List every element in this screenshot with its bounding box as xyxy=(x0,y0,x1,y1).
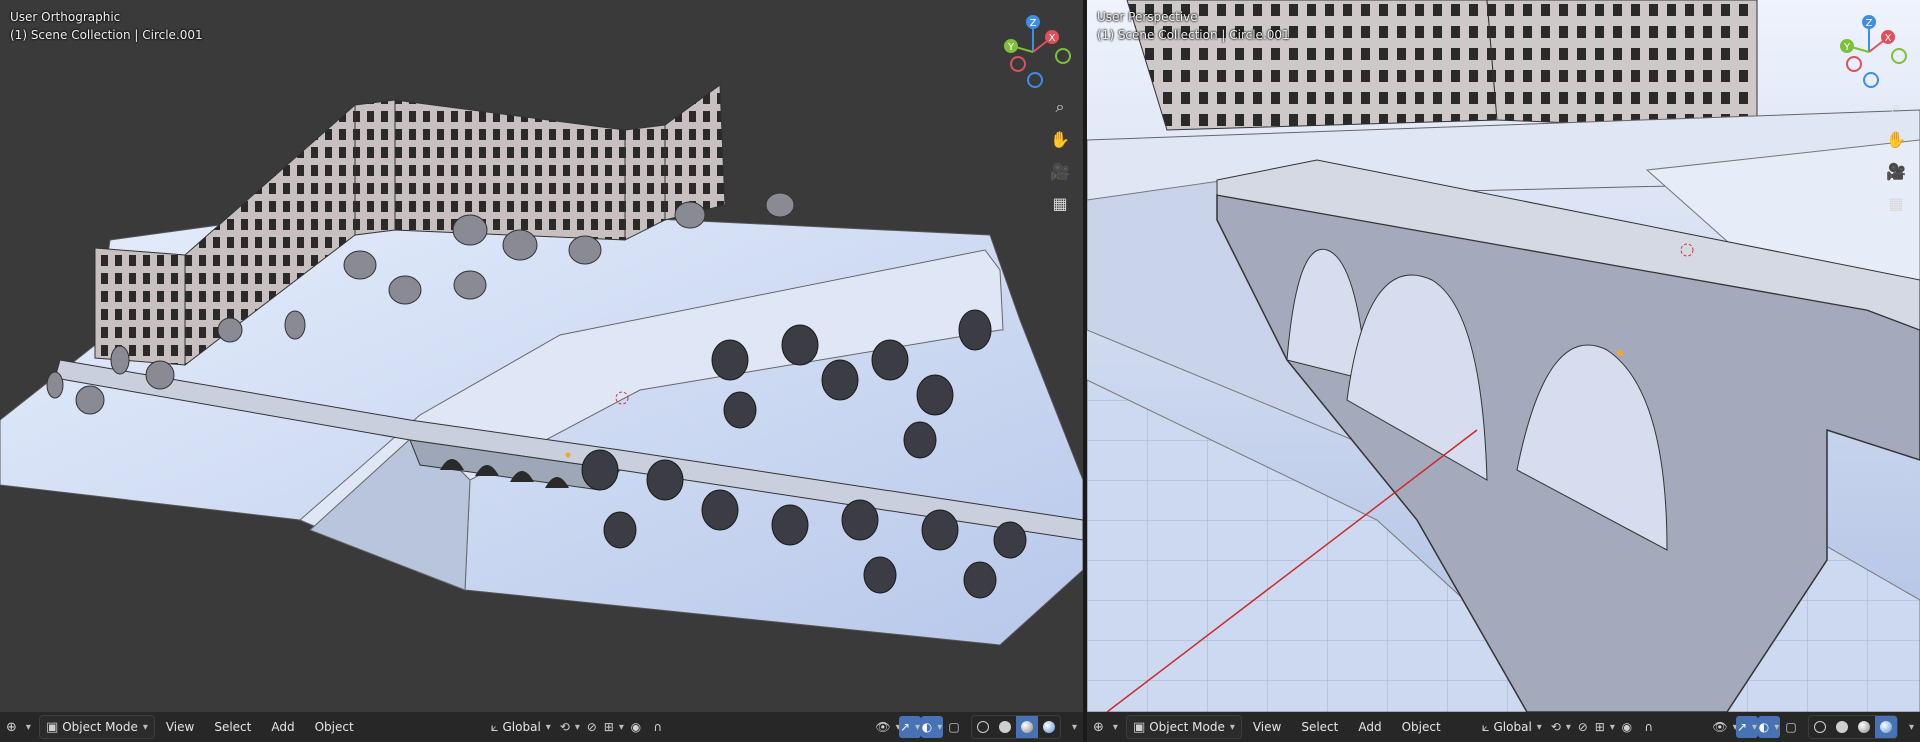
hand-pan-icon[interactable]: ✋ xyxy=(1045,124,1075,154)
view-name-label: User Orthographic xyxy=(10,10,121,24)
right-3d-viewport[interactable]: User Perspective (1) Scene Collection | … xyxy=(1087,0,1920,742)
transform-orientation-dropdown[interactable]: ⟀ Global xyxy=(1476,716,1548,738)
svg-text:Y: Y xyxy=(1843,42,1851,53)
rendered-shading-button[interactable] xyxy=(1875,716,1897,738)
menu-select[interactable]: Select xyxy=(1292,716,1347,738)
orientation-icon: ⟀ xyxy=(490,719,499,735)
grid-icon[interactable]: ▦ xyxy=(1881,188,1911,218)
shading-options-icon[interactable] xyxy=(1061,716,1083,738)
navigation-gizmo[interactable]: Z X Y xyxy=(993,12,1073,92)
collection-info-label: (1) Scene Collection | Circle.001 xyxy=(10,28,203,42)
solid-icon xyxy=(999,721,1011,733)
proportional-edit-icon[interactable]: ◉ xyxy=(625,716,647,738)
proportional-edit-icon[interactable]: ◉ xyxy=(1616,716,1638,738)
svg-text:X: X xyxy=(1049,33,1056,44)
menu-object[interactable]: Object xyxy=(1393,716,1450,738)
snap-target-icon[interactable]: ⊞ xyxy=(1594,716,1616,738)
navigation-buttons: ⌕ ✋ 🎥 ▦ xyxy=(1881,92,1915,220)
transform-orientation-dropdown[interactable]: ⟀ Global xyxy=(485,716,557,738)
svg-text:X: X xyxy=(1885,33,1892,44)
falloff-icon[interactable]: ∩ xyxy=(1638,716,1660,738)
gizmo-toggle-icon[interactable]: ↗ xyxy=(899,716,921,738)
xray-icon[interactable]: ▢ xyxy=(943,716,965,738)
material-icon xyxy=(1021,721,1033,733)
mode-selector[interactable]: ▣ Object Mode xyxy=(38,715,155,739)
mode-label: Object Mode xyxy=(1149,720,1225,734)
zoom-icon[interactable]: ⌕ xyxy=(1045,92,1075,122)
overlay-toggle-icon[interactable]: ◐ xyxy=(1758,716,1780,738)
wireframe-shading-button[interactable] xyxy=(972,716,994,738)
solid-shading-button[interactable] xyxy=(994,716,1016,738)
shading-modes xyxy=(971,715,1061,739)
menu-view[interactable]: View xyxy=(157,716,203,738)
menu-add[interactable]: Add xyxy=(262,716,303,738)
mode-label: Object Mode xyxy=(62,720,138,734)
svg-text:Y: Y xyxy=(1007,42,1015,53)
grid-icon[interactable]: ▦ xyxy=(1045,188,1075,218)
camera-icon[interactable]: 🎥 xyxy=(1045,156,1075,186)
scene-render-perspective[interactable] xyxy=(1087,0,1920,712)
snap-target-icon[interactable]: ⊞ xyxy=(603,716,625,738)
menu-add[interactable]: Add xyxy=(1349,716,1390,738)
visibility-icon[interactable]: 👁 xyxy=(1712,716,1736,738)
shading-options-icon[interactable] xyxy=(1898,716,1920,738)
gizmo-neg-y[interactable] xyxy=(1055,48,1071,64)
editor-type-button[interactable]: ⊕ xyxy=(0,716,37,738)
scene-render-ortho[interactable] xyxy=(0,0,1083,712)
wireframe-shading-button[interactable] xyxy=(1809,716,1831,738)
viewport-header: ⊕ ▣Object Mode View Select Add Object ⟀G… xyxy=(0,712,1083,742)
visibility-icon[interactable]: 👁 xyxy=(875,716,899,738)
object-mode-icon: ▣ xyxy=(1132,719,1146,735)
left-3d-viewport[interactable]: User Orthographic (1) Scene Collection |… xyxy=(0,0,1083,742)
menu-select[interactable]: Select xyxy=(205,716,260,738)
gizmo-neg-y[interactable] xyxy=(1891,48,1907,64)
xray-icon[interactable]: ▢ xyxy=(1780,716,1802,738)
pivot-point-icon[interactable]: ⟲ xyxy=(559,716,581,738)
falloff-icon[interactable]: ∩ xyxy=(647,716,669,738)
editor-type-icon: ⊕ xyxy=(1093,719,1104,735)
solid-shading-button[interactable] xyxy=(1831,716,1853,738)
gizmo-toggle-icon[interactable]: ↗ xyxy=(1736,716,1758,738)
rendered-icon xyxy=(1880,721,1892,733)
gizmo-neg-x[interactable] xyxy=(1010,56,1026,72)
gizmo-neg-z[interactable] xyxy=(1027,72,1043,88)
wireframe-icon xyxy=(1814,721,1826,733)
solid-icon xyxy=(1836,721,1848,733)
gizmo-neg-z[interactable] xyxy=(1863,72,1879,88)
gizmo-neg-x[interactable] xyxy=(1846,56,1862,72)
shading-modes xyxy=(1808,715,1898,739)
wireframe-icon xyxy=(977,721,989,733)
rendered-icon xyxy=(1043,721,1055,733)
snap-icon[interactable]: ⊘ xyxy=(581,716,603,738)
navigation-gizmo[interactable]: Z X Y xyxy=(1829,12,1909,92)
viewport-header: ⊕ ▣Object Mode View Select Add Object ⟀G… xyxy=(1087,712,1920,742)
hand-pan-icon[interactable]: ✋ xyxy=(1881,124,1911,154)
svg-text:Z: Z xyxy=(1866,18,1873,29)
object-mode-icon: ▣ xyxy=(45,719,59,735)
pivot-point-icon[interactable]: ⟲ xyxy=(1550,716,1572,738)
material-shading-button[interactable] xyxy=(1853,716,1875,738)
svg-text:Z: Z xyxy=(1030,18,1037,29)
camera-icon[interactable]: 🎥 xyxy=(1881,156,1911,186)
snap-icon[interactable]: ⊘ xyxy=(1572,716,1594,738)
orientation-icon: ⟀ xyxy=(1481,719,1490,735)
mode-selector[interactable]: ▣ Object Mode xyxy=(1125,715,1242,739)
menu-object[interactable]: Object xyxy=(306,716,363,738)
overlay-toggle-icon[interactable]: ◐ xyxy=(921,716,943,738)
material-shading-button[interactable] xyxy=(1016,716,1038,738)
editor-type-icon: ⊕ xyxy=(6,719,17,735)
zoom-icon[interactable]: ⌕ xyxy=(1881,92,1911,122)
material-icon xyxy=(1858,721,1870,733)
collection-info-label: (1) Scene Collection | Circle.001 xyxy=(1097,28,1290,42)
view-name-label: User Perspective xyxy=(1097,10,1198,24)
rendered-shading-button[interactable] xyxy=(1038,716,1060,738)
editor-type-button[interactable]: ⊕ xyxy=(1087,716,1124,738)
menu-view[interactable]: View xyxy=(1244,716,1290,738)
navigation-buttons: ⌕ ✋ 🎥 ▦ xyxy=(1045,92,1079,220)
